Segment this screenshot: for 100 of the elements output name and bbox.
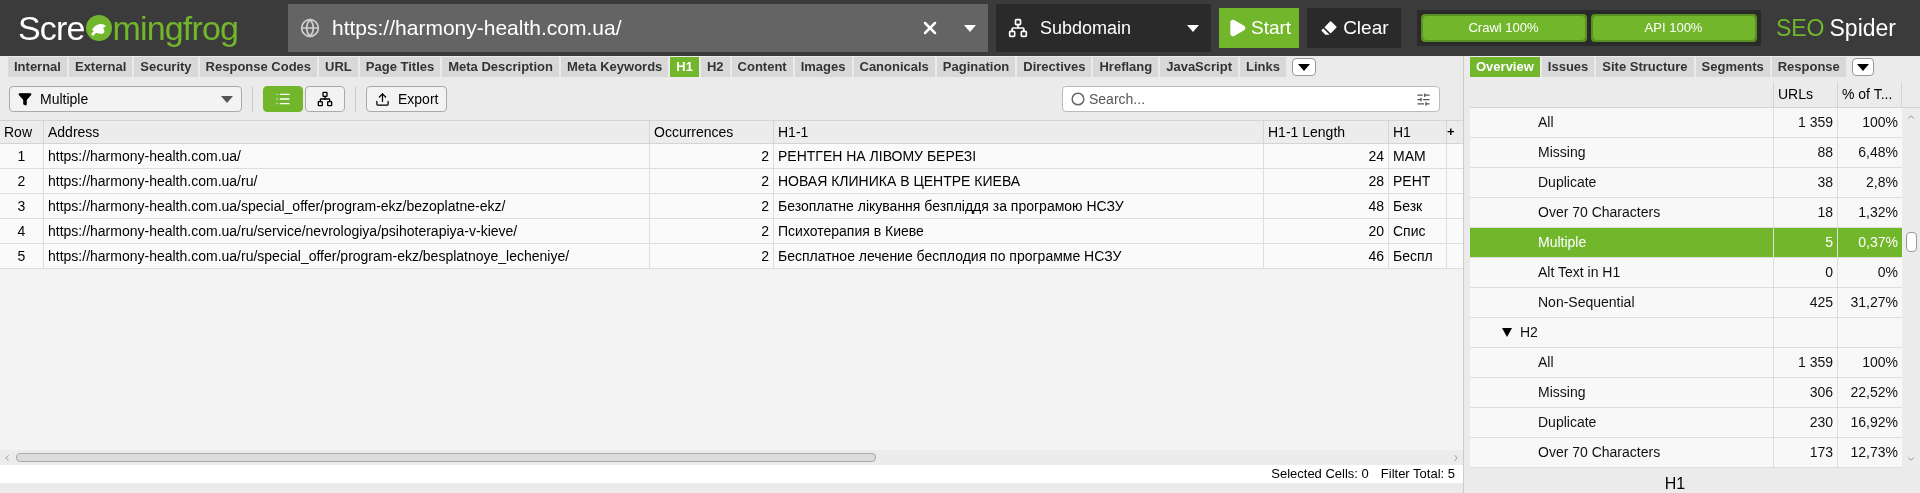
percent-value: 22,52% [1850, 383, 1898, 402]
tab[interactable]: Segments [1695, 57, 1770, 77]
urls-count: 173 [1809, 443, 1833, 462]
tab[interactable]: Response [1771, 57, 1846, 77]
url-field[interactable]: https://harmony-health.com.ua/ [332, 12, 908, 44]
url-bar[interactable]: https://harmony-health.com.ua/ [288, 4, 988, 52]
tree-row[interactable]: Missing 88 6,48% [1470, 138, 1902, 168]
tab[interactable]: URL [319, 57, 358, 77]
export-button[interactable]: Export [366, 86, 448, 112]
tab[interactable]: JavaScript [1160, 57, 1238, 77]
status-text: Filter Total: 5 [1380, 465, 1455, 484]
tab[interactable]: Site Structure [1596, 57, 1694, 77]
tab[interactable]: Hreflang [1093, 57, 1159, 77]
column-header[interactable]: % of T... [1838, 82, 1902, 107]
logo-text: Scre [18, 7, 85, 49]
column-header[interactable]: H1-1 [774, 121, 1264, 143]
urls-count: 0 [1825, 263, 1833, 282]
tab[interactable]: Meta Description [442, 57, 559, 77]
urls-count: 1 359 [1797, 353, 1833, 372]
column-header[interactable]: Row [0, 121, 44, 143]
tree-row[interactable]: Missing 306 22,52% [1470, 378, 1902, 408]
column-header[interactable]: Occurrences [650, 121, 774, 143]
status-text: Selected Cells: 0 [1271, 465, 1369, 484]
table-cell: 1 [0, 144, 44, 168]
table-cell: Безоплатне лікування безпліддя за програмою НСЗУ [774, 194, 1264, 218]
tab[interactable]: Response Codes [199, 57, 318, 77]
tree-label: Non-Sequential [1538, 293, 1635, 312]
scroll-right-icon[interactable] [1451, 452, 1461, 463]
tab[interactable]: Meta Keywords [560, 57, 669, 77]
urls-count: 38 [1817, 173, 1833, 192]
column-header[interactable]: H1-1 Length [1264, 121, 1389, 143]
tab[interactable]: Images [794, 57, 852, 77]
progress-label: Crawl 100% [1467, 19, 1540, 38]
percent-value: 0% [1877, 263, 1898, 282]
tab[interactable]: Page Titles [359, 57, 441, 77]
tree-row[interactable]: All 1 359 100% [1470, 348, 1902, 378]
tree-row[interactable]: H2 [1470, 318, 1902, 348]
add-column-button[interactable]: + [1447, 121, 1458, 143]
scroll-left-icon[interactable] [2, 452, 12, 463]
table-cell: Бесплатное лечение бесплодия по программе НСЗУ [774, 244, 1264, 268]
tab[interactable]: Security [134, 57, 198, 77]
scrollbar-thumb[interactable] [16, 453, 876, 462]
table-cell: 48 [1264, 194, 1389, 218]
urls-count: 230 [1809, 413, 1833, 432]
tree-row[interactable]: Non-Sequential 425 31,27% [1470, 288, 1902, 318]
column-header[interactable]: URLs [1774, 82, 1838, 107]
column-header[interactable]: Address [44, 121, 650, 143]
table-cell: https://harmony-health.com.ua/ru/special_offer/program-ekz/besplatnoye_lecheniye/ [44, 244, 650, 268]
filter-dropdown[interactable]: Multiple [9, 86, 242, 112]
logo-icon [84, 14, 113, 42]
urls-count: 306 [1809, 383, 1833, 402]
scroll-up-icon[interactable] [1906, 112, 1916, 122]
tree-view-button[interactable] [305, 86, 345, 112]
percent-value: 12,73% [1850, 443, 1898, 462]
caret-icon [221, 95, 233, 103]
tab[interactable]: External [68, 57, 133, 77]
tab[interactable]: Links [1239, 57, 1286, 77]
expanded-icon[interactable] [1502, 328, 1512, 337]
table-cell: https://harmony-health.com.ua/ [44, 144, 650, 168]
scroll-down-icon[interactable] [1906, 454, 1916, 464]
more-tabs-button[interactable] [1291, 58, 1316, 76]
product-name: SEO [1775, 13, 1825, 43]
table-cell: https://harmony-health.com.ua/ru/service/nevrologiya/psihoterapiya-v-kieve/ [44, 219, 650, 243]
tab[interactable]: Internal [8, 57, 67, 77]
list-icon [275, 91, 291, 107]
filter-icon [18, 92, 32, 106]
tab[interactable]: Issues [1541, 57, 1595, 77]
tree-row[interactable]: All 1 359 100% [1470, 108, 1902, 138]
percent-value: 100% [1862, 113, 1898, 132]
search-box[interactable]: Search... [1062, 86, 1440, 112]
settings-icon [1416, 91, 1431, 107]
caret-icon [964, 24, 976, 32]
tab[interactable]: Canonicals [853, 57, 935, 77]
column-header[interactable]: H1 [1389, 121, 1447, 143]
tab[interactable]: Content [731, 57, 793, 77]
table-cell: МАМ [1389, 144, 1447, 168]
tab[interactable]: H2 [700, 57, 730, 77]
more-tabs-button[interactable] [1851, 58, 1874, 76]
tab[interactable]: Pagination [936, 57, 1016, 77]
tree-row[interactable]: Over 70 Characters 18 1,32% [1470, 198, 1902, 228]
search-field[interactable]: Search... [1089, 88, 1412, 110]
tree-row[interactable]: Alt Text in H1 0 0% [1470, 258, 1902, 288]
tree-label: Missing [1538, 383, 1586, 402]
table-cell: https://harmony-health.com.ua/special_offer/program-ekz/bezoplatne-ekz/ [44, 194, 650, 218]
tree-label: All [1538, 113, 1554, 132]
scrollbar-thumb[interactable] [1905, 232, 1917, 252]
percent-value: 0,37% [1858, 233, 1898, 252]
tree-row[interactable]: Over 70 Characters 173 12,73% [1470, 438, 1902, 468]
tab[interactable]: Directives [1017, 57, 1092, 77]
tree-row[interactable]: Duplicate 230 16,92% [1470, 408, 1902, 438]
table-cell: https://harmony-health.com.ua/ru/ [44, 169, 650, 193]
mode-dropdown[interactable]: Subdomain [996, 4, 1211, 52]
table-cell: 24 [1264, 144, 1389, 168]
table-cell: 2 [650, 219, 774, 243]
hierarchy-icon [317, 91, 333, 107]
tree-row[interactable]: Duplicate 38 2,8% [1470, 168, 1902, 198]
tree-label: Over 70 Characters [1538, 203, 1661, 222]
clear-button[interactable]: Clear [1307, 8, 1401, 48]
eraser-icon [1319, 18, 1340, 38]
tree-label: Alt Text in H1 [1538, 263, 1621, 282]
